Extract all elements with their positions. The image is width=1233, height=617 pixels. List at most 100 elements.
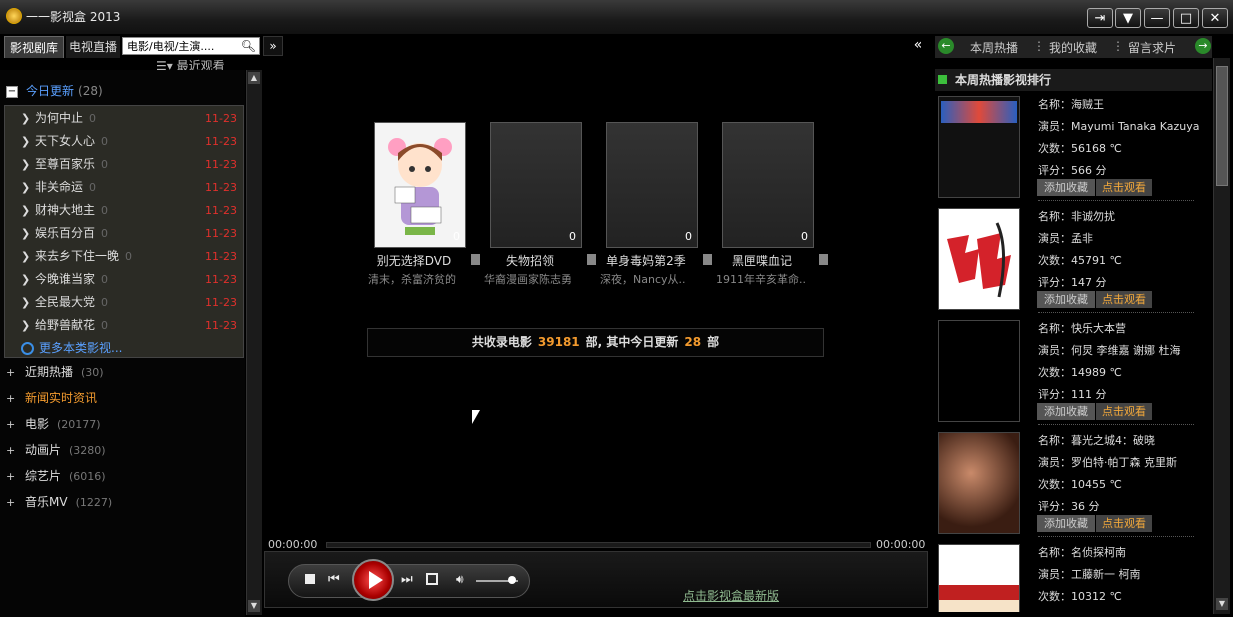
close-button[interactable]: ✕	[1202, 8, 1228, 28]
right-scrollbar[interactable]: ▼	[1213, 58, 1230, 614]
list-item[interactable]: ❯ 来去乡下住一晚 0 11-23	[5, 245, 243, 268]
poster-image	[939, 209, 1019, 309]
category-hot[interactable]: + 近期热播 (30)	[6, 362, 104, 382]
poster-thumbnail[interactable]	[938, 544, 1020, 612]
tab-my-favorites[interactable]: 我的收藏	[1049, 39, 1097, 56]
content-area	[263, 57, 932, 537]
divider	[1038, 200, 1194, 201]
category-movie[interactable]: + 电影 (20177)	[6, 414, 101, 434]
item-score: 147	[1071, 276, 1092, 289]
item-score: 111	[1071, 388, 1092, 401]
update-link[interactable]: 点击影视盒最新版	[683, 587, 779, 604]
item-name[interactable]: 非诚勿扰	[1071, 210, 1115, 223]
list-item[interactable]: ❯ 非关命运 0 11-23	[5, 176, 243, 199]
movie-description: 深夜，Nancy从..	[600, 273, 686, 286]
next-icon[interactable]: ⏭︎	[401, 572, 413, 587]
movie-thumbnail[interactable]: 0	[722, 122, 814, 248]
tab-request-movie[interactable]: 留言求片	[1128, 39, 1176, 56]
movie-thumbnail[interactable]: 0	[606, 122, 698, 248]
movie-title[interactable]: 黑匣喋血记	[708, 252, 816, 269]
list-item[interactable]: ❯ 财神大地主 0 11-23	[5, 199, 243, 222]
category-animation[interactable]: + 动画片 (3280)	[6, 440, 106, 460]
collapse-icon[interactable]: −	[6, 85, 18, 98]
list-item[interactable]: ❯ 天下女人心 0 11-23	[5, 130, 243, 153]
scroll-down-icon[interactable]: ▼	[248, 600, 260, 612]
poster-thumbnail[interactable]	[938, 432, 1020, 534]
category-music-mv[interactable]: + 音乐MV (1227)	[6, 492, 112, 512]
watch-button[interactable]: 点击观看	[1096, 291, 1152, 308]
expand-icon: +	[6, 496, 16, 509]
today-update-header[interactable]: − 今日更新 (28)	[6, 82, 103, 100]
today-update-label: 今日更新	[26, 84, 75, 98]
menu-dropdown-button[interactable]: ▼	[1115, 8, 1141, 28]
chevron-right-icon: ❯	[21, 181, 31, 194]
movie-title[interactable]: 失物招领	[476, 252, 584, 269]
minimize-button[interactable]: —	[1144, 8, 1170, 28]
add-favorite-button[interactable]: 添加收藏	[1037, 179, 1095, 196]
watch-button[interactable]: 点击观看	[1096, 403, 1152, 420]
list-item[interactable]: ❯ 至尊百家乐 0 11-23	[5, 153, 243, 176]
play-button[interactable]	[352, 559, 394, 601]
stop-icon[interactable]	[305, 574, 315, 584]
volume-knob[interactable]	[507, 576, 516, 584]
poster-thumbnail[interactable]	[938, 96, 1020, 198]
scroll-down-icon[interactable]: ▼	[1216, 598, 1228, 610]
list-item[interactable]: ❯ 娱乐百分百 0 11-23	[5, 222, 243, 245]
expand-icon: +	[6, 470, 16, 483]
search-input[interactable]	[123, 38, 243, 54]
progress-bar[interactable]	[326, 542, 871, 548]
maximize-button[interactable]: □	[1173, 8, 1199, 28]
movie-description: 清末，杀富济贫的	[368, 273, 456, 286]
category-news[interactable]: + 新闻实时资讯	[6, 388, 105, 408]
search-icon[interactable]: 🔍︎	[241, 39, 256, 53]
item-actor: 孟非	[1071, 232, 1093, 245]
tab-weekly-hot[interactable]: 本周热播	[970, 39, 1018, 56]
watch-button[interactable]: 点击观看	[1096, 515, 1152, 532]
item-name[interactable]: 暮光之城4：破晓	[1071, 434, 1155, 447]
pin-button[interactable]: ⇥	[1087, 8, 1113, 28]
scroll-thumb[interactable]	[1216, 66, 1228, 186]
list-item[interactable]: ❯ 全民最大党 0 11-23	[5, 291, 243, 314]
chevron-right-icon: ❯	[21, 204, 31, 217]
list-item[interactable]: ❯ 给野兽献花 0 11-23	[5, 314, 243, 337]
category-variety[interactable]: + 综艺片 (6016)	[6, 466, 106, 486]
movie-description: 华裔漫画家陈志勇	[484, 273, 572, 286]
previous-icon[interactable]: ⏮︎	[328, 572, 340, 587]
movie-title[interactable]: 单身毒妈第2季	[592, 252, 700, 269]
collapse-panel-button[interactable]: «	[908, 36, 928, 56]
add-favorite-button[interactable]: 添加收藏	[1037, 403, 1095, 420]
item-plays: 56168	[1071, 142, 1106, 155]
tab-live-tv[interactable]: 电视直播	[66, 36, 120, 58]
item-name[interactable]: 名侦探柯南	[1071, 546, 1126, 559]
title-bar: 一一影视盒 2013 ⇥ ▼ — □ ✕	[0, 0, 1233, 35]
item-actor: 罗伯特·帕丁森 克里斯	[1071, 456, 1177, 469]
poster-thumbnail[interactable]	[938, 208, 1020, 310]
item-name[interactable]: 快乐大本营	[1071, 322, 1126, 335]
ranking-item: 名称：快乐大本营 演员：何炅 李维嘉 谢娜 杜海 次数：14989 ℃ 评分：1…	[938, 318, 1210, 428]
ie-icon	[21, 342, 34, 355]
poster-thumbnail[interactable]	[938, 320, 1020, 422]
document-icon[interactable]	[819, 254, 828, 265]
item-name[interactable]: 海贼王	[1071, 98, 1104, 111]
fullscreen-icon[interactable]	[426, 573, 438, 585]
tab-movie-library[interactable]: 影视剧库	[4, 36, 64, 58]
movie-title[interactable]: 别无选择DVD	[360, 252, 468, 269]
movie-thumbnail[interactable]: 0	[490, 122, 582, 248]
ranking-header: 本周热播影视排行	[935, 69, 1212, 91]
list-item[interactable]: ❯ 为何中止 0 11-23	[5, 107, 243, 130]
forward-arrow-icon[interactable]: →	[1195, 38, 1211, 54]
list-item[interactable]: ❯ 今晚谁当家 0 11-23	[5, 268, 243, 291]
expand-icon: +	[6, 366, 16, 379]
expand-panel-button[interactable]: »	[263, 36, 283, 56]
watch-button[interactable]: 点击观看	[1096, 179, 1152, 196]
more-link[interactable]: 更多本类影视...	[5, 337, 243, 360]
add-favorite-button[interactable]: 添加收藏	[1037, 291, 1095, 308]
left-scrollbar[interactable]: ▲ ▼	[246, 70, 262, 615]
movie-thumbnail[interactable]: 0	[374, 122, 466, 248]
expand-icon: +	[6, 418, 16, 431]
chevron-right-icon: ❯	[21, 158, 31, 171]
volume-icon[interactable]: 🔊︎	[456, 572, 464, 587]
add-favorite-button[interactable]: 添加收藏	[1037, 515, 1095, 532]
back-arrow-icon[interactable]: ←	[938, 38, 954, 54]
scroll-up-icon[interactable]: ▲	[248, 72, 260, 84]
